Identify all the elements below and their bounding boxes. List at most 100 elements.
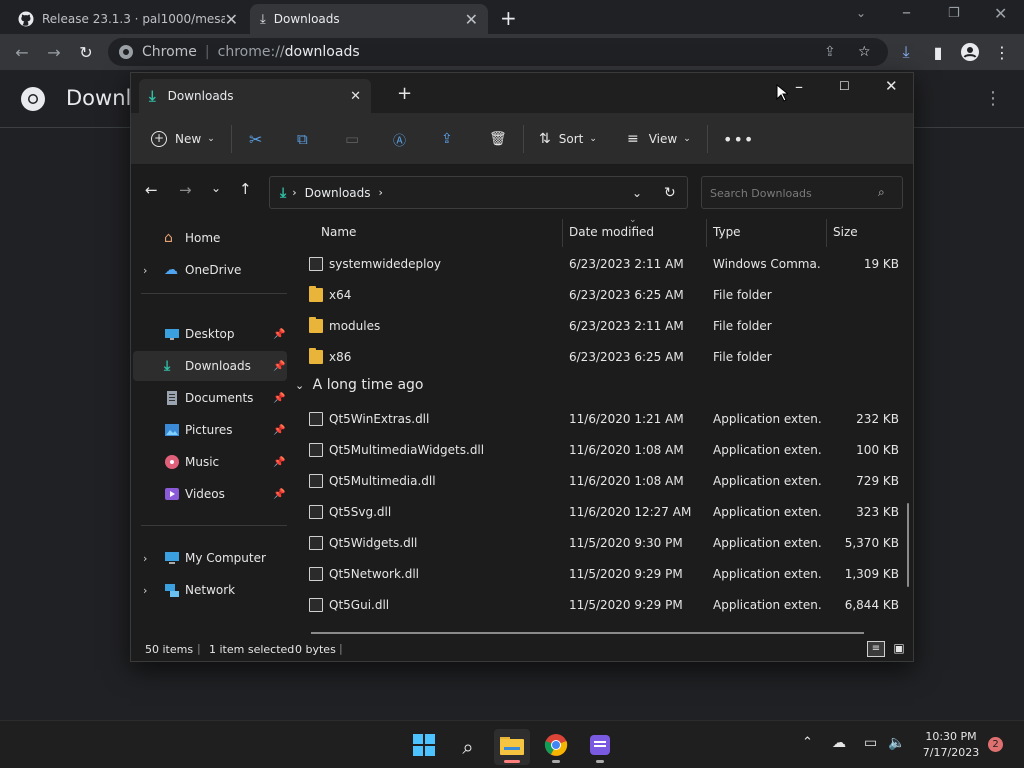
file-row[interactable]: Qt5Svg.dll 11/6/2020 12:27 AM Applicatio… (299, 497, 905, 527)
close-tab-icon[interactable]: ✕ (350, 89, 361, 104)
paste-icon[interactable]: ▭ (345, 127, 359, 151)
new-button[interactable]: + New ⌄ (151, 127, 215, 151)
clock[interactable]: 10:30 PM 7/17/2023 (916, 729, 986, 761)
show-hidden-icons-icon[interactable]: ⌃ (802, 735, 813, 750)
share-icon[interactable]: ⇪ (824, 44, 836, 60)
breadcrumb-downloads[interactable]: Downloads (305, 186, 371, 200)
nav-item-onedrive[interactable]: › ☁ OneDrive (133, 255, 287, 285)
explorer-tab-title: Downloads (167, 89, 234, 103)
close-tab-icon[interactable]: ✕ (465, 10, 478, 29)
reload-icon[interactable]: ↻ (76, 42, 96, 62)
minimize-icon[interactable]: – (902, 2, 911, 23)
nav-item-videos[interactable]: Videos 📌 (133, 479, 287, 509)
column-header-type[interactable]: Type (713, 225, 741, 239)
nav-item-music[interactable]: Music 📌 (133, 447, 287, 477)
close-window-icon[interactable]: ✕ (885, 77, 898, 95)
expand-chevron-icon[interactable]: › (143, 584, 147, 597)
horizontal-scrollbar-thumb[interactable] (311, 632, 864, 634)
nav-item-home[interactable]: ⌂ Home (133, 223, 287, 253)
column-separator[interactable] (826, 219, 827, 247)
network-icon[interactable]: ▭ (864, 735, 877, 751)
nav-item-documents[interactable]: Documents 📌 (133, 383, 287, 413)
close-tab-icon[interactable]: ✕ (225, 10, 238, 29)
tab-search-icon[interactable]: ⌄ (856, 6, 866, 20)
file-row[interactable]: x86 6/23/2023 6:25 AM File folder (299, 342, 905, 372)
forward-icon[interactable]: → (44, 42, 64, 62)
notification-badge[interactable]: 2 (988, 737, 1003, 752)
tiles-view-icon[interactable]: ▣ (891, 641, 907, 657)
back-icon[interactable]: ← (12, 42, 32, 62)
cut-icon[interactable]: ✂ (249, 127, 262, 151)
forward-icon[interactable]: → (179, 181, 192, 199)
copy-icon[interactable]: ⧉ (297, 127, 308, 151)
share-icon[interactable]: ⇪ (441, 127, 453, 151)
page-menu-icon[interactable]: ⋮ (984, 88, 1002, 109)
file-row[interactable]: Qt5Widgets.dll 11/5/2020 9:30 PM Applica… (299, 528, 905, 558)
vertical-scrollbar-thumb[interactable] (907, 503, 909, 587)
group-header[interactable]: ⌄ A long time ago (295, 377, 423, 393)
file-row[interactable]: Qt5Network.dll 11/5/2020 9:29 PM Applica… (299, 559, 905, 589)
downloads-icon[interactable]: ⤓ (896, 42, 916, 62)
recent-locations-icon[interactable]: ⌄ (211, 181, 221, 195)
column-separator[interactable] (562, 219, 563, 247)
column-header-size[interactable]: Size (833, 225, 858, 239)
chrome-taskbar-button[interactable] (538, 729, 574, 765)
search-taskbar-button[interactable]: ⌕ (450, 729, 486, 765)
new-tab-icon[interactable]: + (397, 83, 412, 104)
file-row[interactable]: systemwidedeploy 6/23/2023 2:11 AM Windo… (299, 249, 905, 279)
column-header-date[interactable]: Date modified (569, 225, 654, 239)
file-explorer-taskbar-button[interactable] (494, 729, 530, 765)
file-type: Application exten... (713, 412, 821, 426)
bookmark-star-icon[interactable]: ☆ (858, 44, 871, 60)
file-row[interactable]: x64 6/23/2023 6:25 AM File folder (299, 280, 905, 310)
omnibox[interactable]: Chrome | chrome:// downloads ⇪ ☆ (108, 38, 888, 66)
search-box[interactable]: ⌕ (701, 176, 903, 209)
nav-item-pictures[interactable]: Pictures 📌 (133, 415, 287, 445)
column-header-name[interactable]: Name (321, 225, 356, 239)
nav-item-downloads[interactable]: ⤓ Downloads 📌 (133, 351, 287, 381)
notes-app-taskbar-button[interactable] (582, 729, 618, 765)
close-window-icon[interactable]: ✕ (994, 4, 1007, 23)
sort-button[interactable]: ⇅ Sort ⌄ (539, 127, 597, 151)
pin-icon: 📌 (273, 488, 286, 500)
expand-chevron-icon[interactable]: › (143, 552, 147, 565)
new-tab-button[interactable]: + (500, 6, 517, 30)
side-panel-icon[interactable]: ▮ (928, 42, 948, 62)
minimize-icon[interactable]: – (795, 77, 803, 96)
expand-chevron-icon[interactable]: › (143, 264, 147, 277)
search-input[interactable] (710, 185, 870, 201)
back-icon[interactable]: ← (145, 181, 158, 199)
chrome-tab-github[interactable]: Release 23.1.3 · pal1000/mesa-di ✕ (8, 4, 248, 34)
profile-avatar[interactable] (960, 42, 980, 62)
chrome-tab-title: Release 23.1.3 · pal1000/mesa-di (42, 12, 225, 26)
address-bar[interactable]: ⤓ › Downloads › ⌄ ↻ (269, 176, 688, 209)
more-options-icon[interactable]: ••• (723, 127, 754, 151)
nav-item-desktop[interactable]: Desktop 📌 (133, 319, 287, 349)
file-row[interactable]: modules 6/23/2023 2:11 AM File folder (299, 311, 905, 341)
chrome-menu-icon[interactable]: ⋮ (992, 42, 1012, 62)
volume-icon[interactable]: 🔈 (888, 735, 905, 751)
file-row[interactable]: Qt5Multimedia.dll 11/6/2020 1:08 AM Appl… (299, 466, 905, 496)
refresh-icon[interactable]: ↻ (664, 185, 676, 201)
file-row[interactable]: Qt5Gui.dll 11/5/2020 9:29 PM Application… (299, 590, 905, 620)
restore-icon[interactable]: ❐ (948, 6, 960, 21)
cloud-offline-icon[interactable]: ☁ (832, 735, 846, 751)
address-history-icon[interactable]: ⌄ (632, 186, 642, 200)
view-button[interactable]: ≡ View ⌄ (627, 127, 691, 151)
taskbar: ⌕ ⌃ ☁ ▭ 🔈 10:30 PM 7/17/2023 2 (0, 720, 1024, 768)
rename-icon[interactable]: Ⓐ (393, 127, 406, 151)
column-separator[interactable] (706, 219, 707, 247)
nav-item-mycomputer[interactable]: › My Computer (133, 543, 287, 573)
nav-item-network[interactable]: › Network (133, 575, 287, 605)
chrome-tab-downloads[interactable]: ⤓ Downloads ✕ (250, 4, 488, 34)
delete-icon[interactable]: 🗑 (489, 127, 507, 151)
file-row[interactable]: Qt5MultimediaWidgets.dll 11/6/2020 1:08 … (299, 435, 905, 465)
maximize-icon[interactable]: ☐ (839, 79, 850, 93)
file-row[interactable]: Qt5WinExtras.dll 11/6/2020 1:21 AM Appli… (299, 404, 905, 434)
start-button[interactable] (406, 729, 442, 765)
up-icon[interactable]: ↑ (239, 180, 252, 198)
address-row: ← → ⌄ ↑ ⤓ › Downloads › ⌄ ↻ ⌕ (131, 165, 913, 219)
explorer-tab-downloads[interactable]: ⤓ Downloads ✕ (139, 79, 371, 113)
details-view-icon[interactable]: ≡ (867, 641, 885, 657)
collapse-chevron-icon[interactable]: ⌄ (295, 379, 304, 392)
